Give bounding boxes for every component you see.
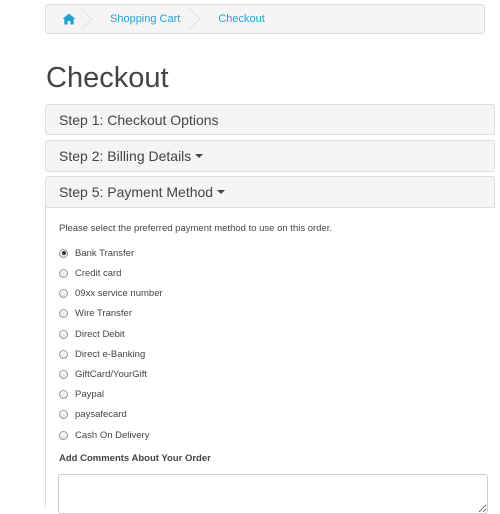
payment-option-label: Direct Debit — [75, 328, 125, 340]
radio[interactable] — [59, 329, 68, 339]
payment-option-label: paysafecard — [75, 408, 127, 420]
radio[interactable] — [59, 389, 68, 399]
payment-option-label: 09xx service number — [75, 287, 163, 299]
radio-selected[interactable] — [59, 248, 68, 258]
radio[interactable] — [59, 409, 68, 419]
step-checkout-options-label: Step 1: Checkout Options — [59, 111, 219, 128]
caret-down-icon — [217, 190, 226, 194]
radio[interactable] — [59, 369, 68, 379]
comments-label: Add Comments About Your Order — [59, 453, 211, 464]
radio[interactable] — [59, 430, 68, 440]
payment-option-label: Paypal — [75, 388, 105, 400]
payment-option-label: GiftCard/YourGift — [75, 368, 147, 380]
payment-option-paypal[interactable]: Paypal — [59, 387, 104, 401]
payment-option-label: Cash On Delivery — [75, 429, 150, 441]
page-title: Checkout — [46, 62, 169, 94]
radio[interactable] — [59, 288, 68, 298]
radio[interactable] — [59, 308, 68, 318]
step-checkout-options[interactable]: Step 1: Checkout Options — [45, 104, 495, 135]
caret-down-icon — [195, 154, 204, 158]
payment-option-wire-transfer[interactable]: Wire Transfer — [59, 306, 132, 320]
payment-option-giftcard[interactable]: GiftCard/YourGift — [59, 367, 147, 381]
payment-option-label: Credit card — [75, 267, 122, 279]
payment-option-credit-card[interactable]: Credit card — [59, 266, 121, 280]
payment-option-label: Direct e-Banking — [75, 348, 146, 360]
breadcrumb: Shopping Cart Checkout — [45, 4, 485, 34]
step-payment-method[interactable]: Step 5: Payment Method — [45, 176, 495, 208]
payment-option-cash-on-delivery[interactable]: Cash On Delivery — [59, 428, 149, 442]
radio[interactable] — [59, 349, 68, 359]
payment-option-direct-ebanking[interactable]: Direct e-Banking — [59, 347, 145, 361]
payment-option-service-number[interactable]: 09xx service number — [59, 286, 163, 300]
payment-option-label: Bank Transfer — [75, 247, 135, 259]
payment-option-direct-debit[interactable]: Direct Debit — [59, 327, 125, 341]
breadcrumb-shopping-cart[interactable]: Shopping Cart — [94, 5, 202, 33]
comments-textarea[interactable] — [58, 474, 488, 514]
breadcrumb-home[interactable] — [46, 5, 94, 33]
step-billing-details[interactable]: Step 2: Billing Details — [45, 140, 495, 172]
payment-option-paysafecard[interactable]: paysafecard — [59, 407, 127, 421]
step-billing-details-label: Step 2: Billing Details — [59, 148, 192, 164]
payment-option-label: Wire Transfer — [75, 307, 133, 319]
payment-option-bank-transfer[interactable]: Bank Transfer — [59, 246, 134, 260]
breadcrumb-checkout[interactable]: Checkout — [202, 5, 286, 33]
home-icon — [62, 13, 76, 25]
payment-instruction: Please select the preferred payment meth… — [59, 223, 333, 234]
step-payment-method-label: Step 5: Payment Method — [59, 184, 214, 200]
radio[interactable] — [59, 268, 68, 278]
